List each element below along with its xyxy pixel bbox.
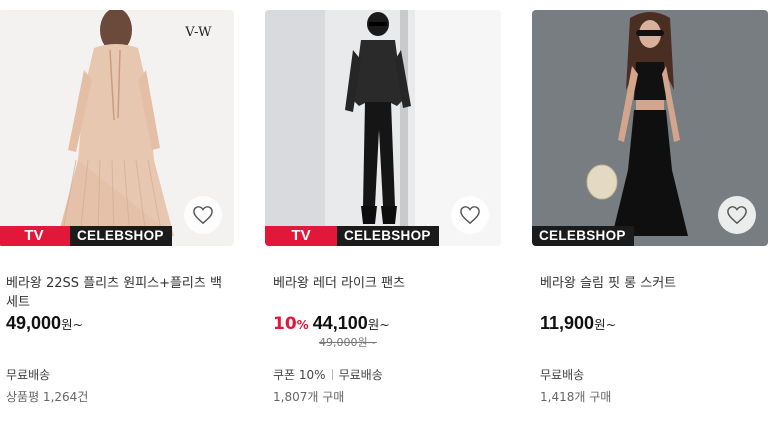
discount-value: 10 [273, 314, 297, 334]
original-price-placeholder [532, 334, 768, 350]
price-row: 49,000 원~ [0, 313, 234, 334]
heart-outline-icon [727, 206, 747, 225]
price-row: 10% 44,100 원~ [265, 313, 501, 334]
celebshop-badge: CELEBSHOP [337, 226, 439, 246]
brand-logo: V-W [185, 25, 212, 40]
product-card-1[interactable]: V-W TV CELEBSHOP 베라왕 22SS 플리츠 원피스+플리츠 백 … [0, 10, 234, 405]
heart-outline-icon [193, 206, 213, 225]
original-price-placeholder [0, 334, 234, 350]
tv-badge: TV [265, 226, 337, 246]
wishlist-button[interactable] [184, 196, 222, 234]
discount-unit: % [296, 318, 309, 332]
price-unit: 원~ [367, 317, 390, 332]
badge-group: TV CELEBSHOP [0, 226, 172, 246]
discount-rate: 10% [273, 314, 309, 334]
purchase-count: 1,418개 구매 [540, 390, 612, 404]
free-shipping-label: 무료배송 [540, 368, 585, 382]
free-shipping-label: 무료배송 [6, 368, 51, 382]
product-image[interactable]: TV CELEBSHOP [265, 10, 501, 246]
purchase-count: 1,807개 구매 [273, 390, 345, 404]
celebshop-badge: CELEBSHOP [70, 226, 172, 246]
shipping-info: 무료배송 [0, 366, 234, 383]
wishlist-button[interactable] [718, 196, 756, 234]
price-unit: 원~ [594, 317, 617, 332]
sale-price: 49,000 [6, 313, 62, 333]
product-card-2[interactable]: TV CELEBSHOP 베라왕 레더 라이크 팬츠 10% 44,100 원~ … [265, 10, 501, 405]
product-title[interactable]: 베라왕 22SS 플리츠 원피스+플리츠 백 세트 [0, 274, 226, 312]
review-count: 상품평 1,264건 [6, 390, 89, 404]
shipping-info: 쿠폰 10% 무료배송 [265, 366, 501, 383]
heart-outline-icon [460, 206, 480, 225]
sale-price: 11,900 [540, 313, 595, 333]
coupon-label: 쿠폰 10% [273, 368, 326, 382]
product-card-3[interactable]: CELEBSHOP 베라왕 슬림 핏 롱 스커트 11,900 원~ 무료배송 1… [532, 10, 768, 405]
product-title[interactable]: 베라왕 슬림 핏 롱 스커트 [532, 274, 760, 312]
badge-group: CELEBSHOP [532, 226, 634, 246]
tv-badge: TV [0, 226, 70, 246]
celebshop-badge: CELEBSHOP [532, 226, 634, 246]
original-price: 49,000원~ [319, 336, 377, 349]
price-row: 11,900 원~ [532, 313, 768, 334]
shipping-info: 무료배송 [532, 366, 768, 383]
free-shipping-label: 무료배송 [338, 368, 383, 382]
divider [331, 369, 333, 380]
badge-group: TV CELEBSHOP [265, 226, 439, 246]
wishlist-button[interactable] [451, 196, 489, 234]
product-title[interactable]: 베라왕 레더 라이크 팬츠 [265, 274, 493, 312]
product-image[interactable]: CELEBSHOP [532, 10, 768, 246]
sale-price: 44,100 [312, 313, 368, 333]
product-image[interactable]: V-W TV CELEBSHOP [0, 10, 234, 246]
price-unit: 원~ [61, 317, 84, 332]
